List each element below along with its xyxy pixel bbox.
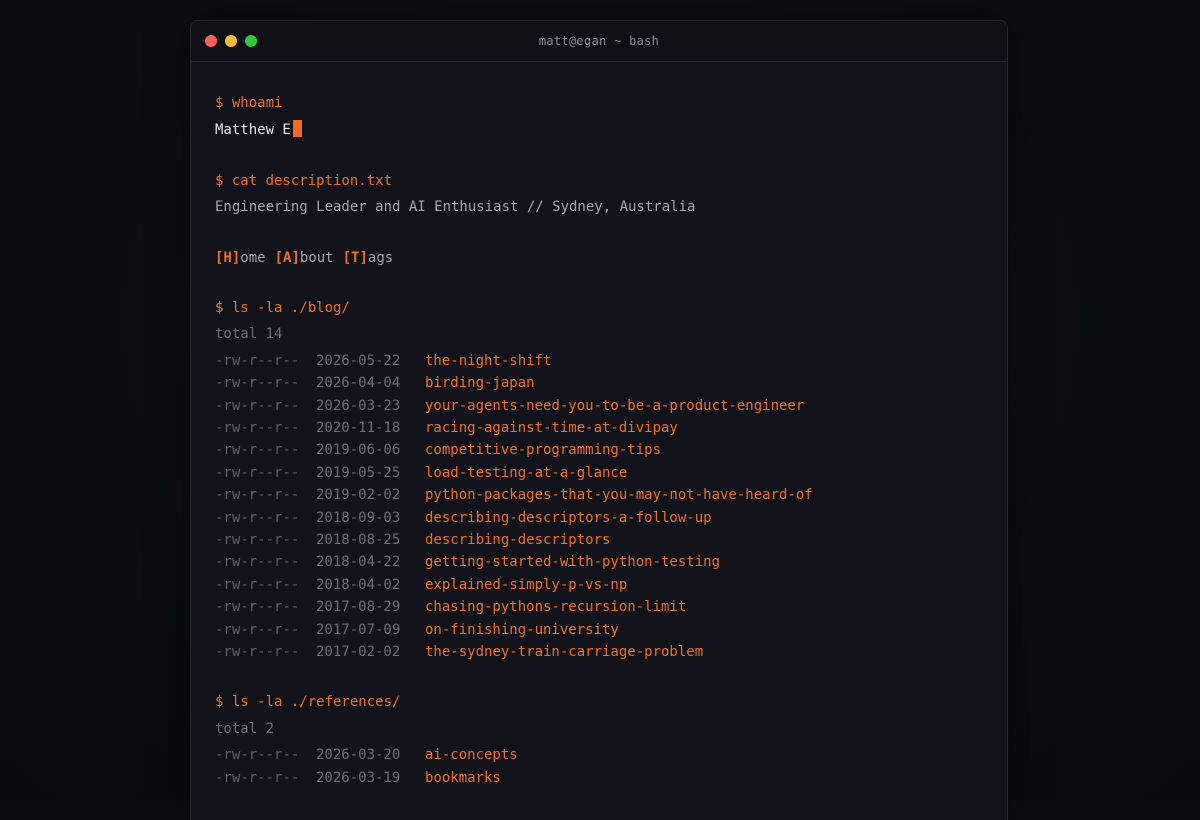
nav-menu: [H]ome [A]bout [T]ags	[215, 247, 983, 269]
file-date: 2018-04-22	[316, 554, 401, 571]
list-item: -rw-r--r-- 2026-03-19 bookmarks	[215, 767, 983, 789]
nav-label: ags	[367, 249, 394, 266]
list-item: -rw-r--r-- 2017-02-02 the-sydney-train-car…	[215, 641, 983, 663]
list-item: -rw-r--r-- 2026-03-20 ai-concepts	[215, 744, 983, 766]
file-link[interactable]: python-packages-that-you-may-not-have-he…	[425, 484, 813, 506]
nav-label: ome	[240, 249, 266, 266]
file-link[interactable]: describing-descriptors-a-follow-up	[425, 507, 712, 529]
list-item: -rw-r--r-- 2018-04-02 explained-simply-p-v…	[215, 574, 983, 596]
list-item: -rw-r--r-- 2017-07-09 on-finishing-univers…	[215, 619, 983, 641]
file-date: 2020-11-18	[316, 420, 401, 437]
file-permissions: -rw-r--r--	[215, 464, 300, 481]
file-date: 2019-02-02	[316, 487, 401, 504]
list-item: -rw-r--r-- 2017-08-29 chasing-pythons-recu…	[215, 596, 983, 618]
list-item: -rw-r--r-- 2018-09-03 describing-descripto…	[215, 507, 983, 529]
file-permissions: -rw-r--r--	[215, 442, 300, 459]
references-listing: $ ls -la ./references/ total 2 -rw-r--r-…	[215, 691, 983, 789]
file-date: 2019-05-25	[316, 464, 401, 481]
nav-key: [A]	[274, 249, 300, 266]
file-link[interactable]: describing-descriptors	[425, 529, 610, 551]
list-item: -rw-r--r-- 2026-04-04 birding-japan	[215, 372, 983, 394]
file-permissions: -rw-r--r--	[215, 621, 300, 638]
file-link[interactable]: birding-japan	[425, 372, 535, 394]
file-link[interactable]: racing-against-time-at-divipay	[425, 417, 678, 439]
file-permissions: -rw-r--r--	[215, 554, 300, 571]
file-date: 2026-03-23	[316, 397, 401, 414]
file-date: 2018-09-03	[316, 509, 401, 526]
file-date: 2017-07-09	[316, 621, 401, 638]
file-link[interactable]: chasing-pythons-recursion-limit	[425, 596, 686, 618]
file-permissions: -rw-r--r--	[215, 487, 300, 504]
file-link[interactable]: the-sydney-train-carriage-problem	[425, 641, 703, 663]
description-block: $ cat description.txt Engineering Leader…	[215, 170, 983, 219]
description-command: $ cat description.txt	[215, 172, 393, 189]
list-item: -rw-r--r-- 2018-08-25 describing-descripto…	[215, 529, 983, 551]
file-date: 2026-03-20	[316, 747, 401, 764]
list-item: -rw-r--r-- 2019-02-02 python-packages-that…	[215, 484, 983, 506]
file-link[interactable]: bookmarks	[425, 767, 501, 789]
window-controls	[205, 35, 257, 47]
file-permissions: -rw-r--r--	[215, 420, 300, 437]
blog-command: $ ls -la ./blog/	[215, 300, 350, 317]
list-item: -rw-r--r-- 2026-03-23 your-agents-need-you…	[215, 395, 983, 417]
nav-key: [T]	[342, 249, 368, 266]
blog-listing: $ ls -la ./blog/ total 14 -rw-r--r-- 2026…	[215, 297, 983, 663]
file-link[interactable]: the-night-shift	[425, 350, 551, 372]
file-permissions: -rw-r--r--	[215, 769, 300, 786]
nav-item-bout[interactable]: [A]bout	[275, 250, 334, 266]
file-link[interactable]: on-finishing-university	[425, 619, 619, 641]
blog-total: total 14	[215, 326, 283, 343]
nav-item-ags[interactable]: [T]ags	[343, 250, 394, 266]
references-command: $ ls -la ./references/	[215, 694, 401, 711]
file-permissions: -rw-r--r--	[215, 352, 300, 369]
description-output: Engineering Leader and AI Enthusiast // …	[215, 199, 696, 216]
file-link[interactable]: your-agents-need-you-to-be-a-product-eng…	[425, 395, 804, 417]
blog-entries: -rw-r--r-- 2026-05-22 the-night-shift -rw-r…	[215, 350, 983, 663]
close-button[interactable]	[205, 35, 217, 47]
list-item: -rw-r--r-- 2019-06-06 competitive-programm…	[215, 439, 983, 461]
file-date: 2026-05-22	[316, 352, 401, 369]
file-permissions: -rw-r--r--	[215, 576, 300, 593]
file-link[interactable]: load-testing-at-a-glance	[425, 462, 627, 484]
file-permissions: -rw-r--r--	[215, 375, 300, 392]
terminal-content: $ whoami Matthew E $ cat description.txt…	[191, 62, 1007, 789]
file-permissions: -rw-r--r--	[215, 599, 300, 616]
file-permissions: -rw-r--r--	[215, 747, 300, 764]
whoami-command: $ whoami	[215, 95, 283, 111]
window-title: matt@egan ~ bash	[538, 34, 660, 48]
file-date: 2017-02-02	[316, 643, 401, 660]
list-item: -rw-r--r-- 2018-04-22 getting-started-with…	[215, 551, 983, 573]
list-item: -rw-r--r-- 2019-05-25 load-testing-at-a-gl…	[215, 462, 983, 484]
cursor-block	[292, 120, 302, 138]
title-bar: matt@egan ~ bash	[191, 21, 1007, 62]
file-link[interactable]: competitive-programming-tips	[425, 439, 661, 461]
file-permissions: -rw-r--r--	[215, 643, 300, 660]
list-item: -rw-r--r-- 2020-11-18 racing-against-time-…	[215, 417, 983, 439]
file-date: 2026-03-19	[316, 769, 401, 786]
whoami-block: $ whoami Matthew E	[215, 92, 983, 142]
file-date: 2018-08-25	[316, 531, 401, 548]
file-date: 2026-04-04	[316, 375, 401, 392]
terminal-window: matt@egan ~ bash $ whoami Matthew E $ ca…	[190, 20, 1008, 820]
file-date: 2017-08-29	[316, 599, 401, 616]
minimize-button[interactable]	[225, 35, 237, 47]
file-permissions: -rw-r--r--	[215, 397, 300, 414]
nav-label: bout	[299, 249, 334, 266]
whoami-output: Matthew E	[215, 119, 983, 141]
file-date: 2019-06-06	[316, 442, 401, 459]
file-permissions: -rw-r--r--	[215, 531, 300, 548]
list-item: -rw-r--r-- 2026-05-22 the-night-shift	[215, 350, 983, 372]
nav-key: [H]	[215, 249, 241, 266]
file-link[interactable]: ai-concepts	[425, 744, 518, 766]
file-permissions: -rw-r--r--	[215, 509, 300, 526]
references-total: total 2	[215, 720, 275, 737]
file-link[interactable]: getting-started-with-python-testing	[425, 551, 720, 573]
nav-item-ome[interactable]: [H]ome	[215, 250, 266, 266]
file-link[interactable]: explained-simply-p-vs-np	[425, 574, 627, 596]
file-date: 2018-04-02	[316, 576, 401, 593]
maximize-button[interactable]	[245, 35, 257, 47]
references-entries: -rw-r--r-- 2026-03-20 ai-concepts -rw-r--r-…	[215, 744, 983, 789]
whoami-output-text: Matthew E	[215, 122, 291, 139]
